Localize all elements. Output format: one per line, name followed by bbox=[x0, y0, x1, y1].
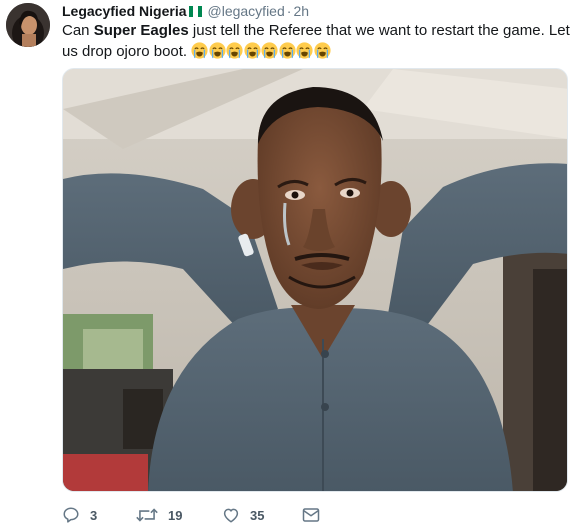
loudly-crying-face-icon bbox=[191, 42, 208, 59]
separator-dot: · bbox=[286, 3, 292, 19]
loudly-crying-face-icon bbox=[296, 42, 313, 59]
loudly-crying-face-icon bbox=[314, 42, 331, 59]
emoji-row bbox=[191, 42, 331, 65]
tweet-photo[interactable] bbox=[62, 68, 568, 492]
reply-button[interactable]: 3 bbox=[62, 505, 97, 525]
user-handle[interactable]: @legacyfied bbox=[208, 3, 285, 19]
reply-icon bbox=[63, 507, 79, 523]
tweet-text: Can Super Eagles just tell the Referee t… bbox=[62, 20, 572, 65]
loudly-crying-face-icon bbox=[279, 42, 296, 59]
tweet-card[interactable]: Legacyfied Nigeria @legacyfied · 2h Can Sup… bbox=[0, 0, 579, 531]
like-count: 35 bbox=[250, 507, 265, 523]
heart-icon bbox=[223, 508, 239, 523]
direct-message-button[interactable] bbox=[302, 505, 320, 525]
like-button[interactable]: 35 bbox=[222, 505, 264, 525]
display-name[interactable]: Legacyfied Nigeria bbox=[62, 3, 187, 19]
loudly-crying-face-icon bbox=[261, 42, 278, 59]
tweet-text-bold: Super Eagles bbox=[93, 22, 189, 39]
envelope-icon bbox=[302, 508, 320, 522]
reply-count: 3 bbox=[90, 507, 98, 523]
loudly-crying-face-icon bbox=[244, 42, 261, 59]
timestamp[interactable]: 2h bbox=[293, 3, 309, 19]
retweet-icon bbox=[136, 508, 158, 522]
tweet-text-start: Can bbox=[62, 22, 94, 39]
loudly-crying-face-icon bbox=[226, 42, 243, 59]
avatar[interactable] bbox=[6, 3, 50, 47]
tweet-header: Legacyfied Nigeria @legacyfied · 2h bbox=[62, 2, 309, 20]
nigeria-flag-icon bbox=[188, 6, 203, 17]
loudly-crying-face-icon bbox=[209, 42, 226, 59]
tweet-actions: 3 19 35 bbox=[62, 505, 562, 527]
retweet-count: 19 bbox=[168, 507, 183, 523]
retweet-button[interactable]: 19 bbox=[136, 505, 182, 525]
